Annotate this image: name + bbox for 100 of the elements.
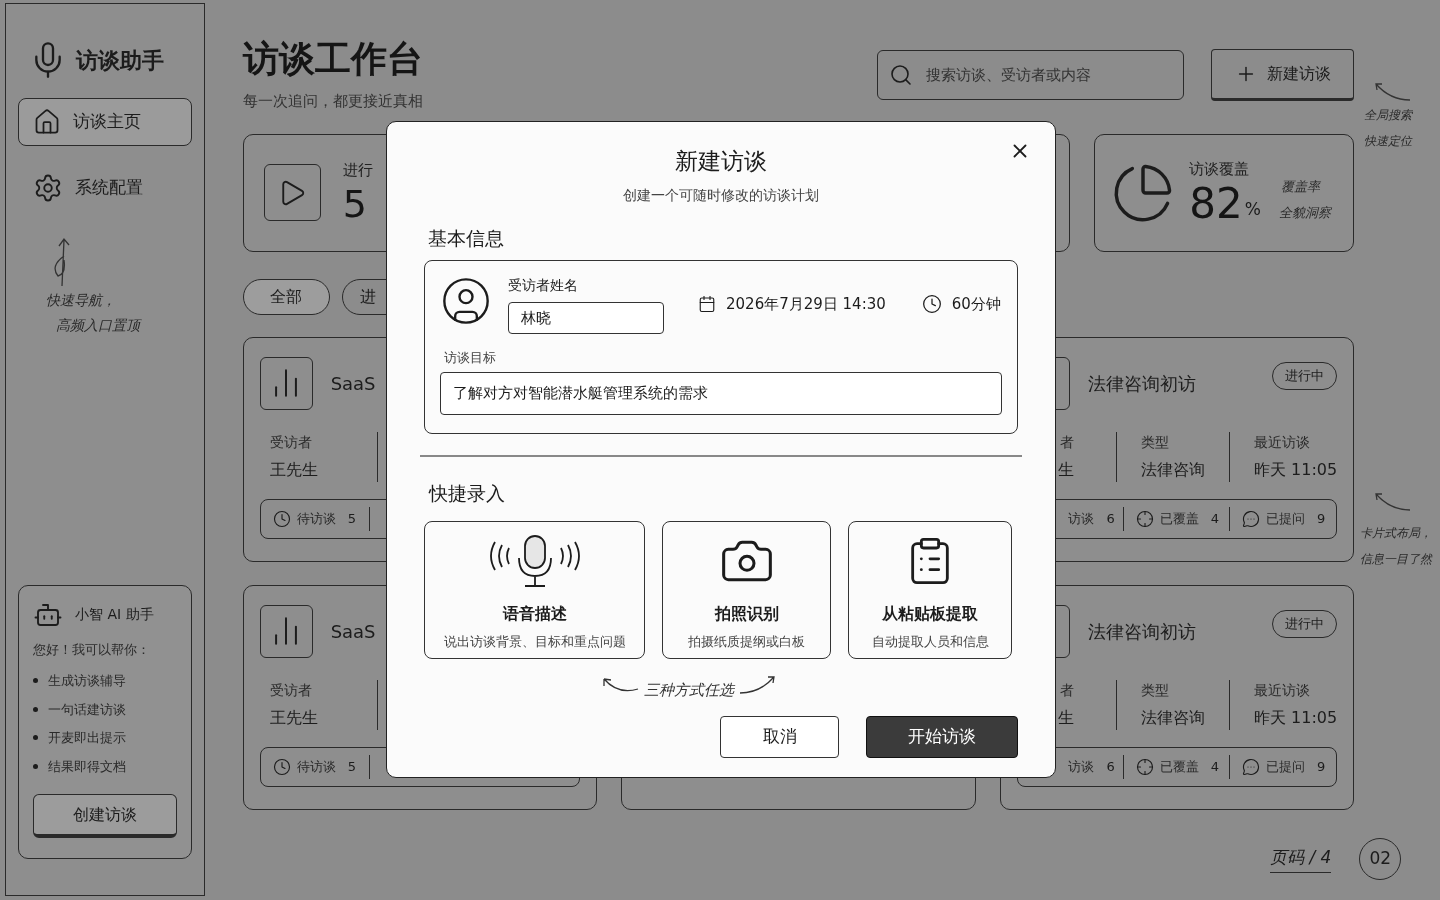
- chat-icon: [1242, 757, 1260, 776]
- target-icon: [1135, 757, 1154, 776]
- footer-stat: 访谈: [1068, 509, 1095, 528]
- field-label: 类型: [1140, 680, 1170, 700]
- option-description: 说出访谈背景、目标和重点问题: [443, 633, 626, 651]
- new-interview-button[interactable]: 新建访谈: [1211, 49, 1355, 101]
- footer-count: 6: [1106, 757, 1115, 776]
- field-label: 受访者姓名: [508, 276, 579, 295]
- field-label: 受访者: [269, 432, 313, 452]
- footer-stat: 已提问: [1266, 757, 1305, 776]
- footer-count: 9: [1317, 509, 1326, 528]
- goal-input[interactable]: 了解对方对智能潜水艇管理系统的需求: [440, 371, 1002, 415]
- footer-count: 9: [1317, 757, 1326, 776]
- target-icon: [1135, 509, 1154, 528]
- page-subtitle: 每一次追问，都更接近真相: [242, 91, 423, 112]
- curved-arrow: [738, 673, 778, 696]
- feature-item: 生成访谈辅导: [48, 672, 126, 690]
- footer-count: 5: [347, 509, 356, 528]
- calendar-icon: [698, 295, 716, 314]
- interview-title: SaaS: [330, 371, 376, 396]
- footer-count: 5: [347, 757, 356, 776]
- chat-icon: [1242, 509, 1260, 528]
- date-time: 2026年7月29日 14:30: [726, 294, 886, 315]
- footer-stat: 已提问: [1266, 509, 1305, 528]
- footer-stat: 访谈: [1068, 757, 1095, 776]
- feature-item: 开麦即出提示: [48, 729, 126, 747]
- footer-count: 4: [1210, 509, 1220, 528]
- assistant-title: 小智 AI 助手: [75, 605, 154, 624]
- field-label: 访谈目标: [444, 349, 497, 367]
- clock-icon: [272, 509, 291, 528]
- quick-entry-option[interactable]: 拍照识别 拍摄纸质提纲或白板: [662, 521, 831, 659]
- stat-label: 进行: [342, 160, 373, 182]
- handwritten-note: 卡片式布局，: [1360, 525, 1434, 542]
- quick-entry-option[interactable]: 语音描述 说出访谈背景、目标和重点问题: [424, 521, 645, 659]
- stat-value: 5: [342, 181, 368, 226]
- filter-chip[interactable]: 全部: [242, 278, 330, 315]
- clock-icon: [272, 757, 291, 776]
- dialog-title: 新建访谈: [675, 147, 767, 176]
- field-label: 受访者: [269, 680, 313, 700]
- field-label: 最近访谈: [1254, 432, 1311, 452]
- option-description: 自动提取人员和信息: [871, 633, 989, 651]
- handwritten-note: 全局搜索: [1364, 107, 1414, 124]
- quick-entry-option[interactable]: 从粘贴板提取 自动提取人员和信息: [848, 521, 1012, 659]
- search-icon: [889, 63, 914, 87]
- handwritten-note: 高频入口置顶: [56, 316, 143, 335]
- field-label: 最近访谈: [1254, 680, 1311, 700]
- nav-item[interactable]: 系统配置: [18, 164, 192, 212]
- footer-stat: 待访谈: [296, 757, 336, 776]
- field-label: 者: [1059, 432, 1074, 452]
- cancel-button[interactable]: 取消: [720, 715, 839, 758]
- curved-arrow: [1372, 80, 1413, 102]
- footer-stat: 已覆盖: [1159, 757, 1199, 776]
- name-input[interactable]: 林晓: [508, 302, 664, 334]
- field-value: 昨天 11:05: [1254, 706, 1338, 729]
- handwritten-hint: 三种方式任选: [644, 680, 734, 701]
- field-value: 法律咨询: [1140, 706, 1206, 729]
- handwritten-note: 快速定位: [1364, 133, 1414, 150]
- field-value: 生: [1057, 458, 1074, 481]
- handwritten-note: 全貌洞察: [1278, 203, 1331, 222]
- option-description: 拍摄纸质提纲或白板: [688, 633, 805, 651]
- section-heading: 基本信息: [428, 225, 505, 251]
- interview-title: 法律咨询初访: [1087, 619, 1196, 644]
- feature-item: 结果即得文档: [48, 757, 126, 776]
- footer-stat: 待访谈: [296, 509, 336, 528]
- home-icon: [33, 108, 61, 136]
- footer-count: 6: [1106, 509, 1115, 528]
- option-title: 拍照识别: [714, 603, 779, 625]
- field-value: 法律咨询: [1140, 458, 1206, 481]
- create-interview-button[interactable]: 创建访谈: [33, 794, 177, 838]
- handwritten-note: 覆盖率: [1280, 178, 1322, 196]
- bar-chart-icon: [259, 604, 313, 658]
- interview-title: SaaS: [330, 619, 376, 644]
- handwritten-note: 快速导航，: [46, 291, 117, 310]
- stat-value: 82: [1189, 180, 1243, 227]
- app-name: 访谈助手: [76, 46, 164, 75]
- bar-chart-icon: [259, 356, 313, 410]
- field-value: 生: [1057, 706, 1074, 729]
- play-icon: [263, 164, 321, 221]
- footer-count: 4: [1210, 757, 1220, 776]
- duration: 60分钟: [951, 294, 1001, 315]
- nav-item[interactable]: 访谈主页: [18, 98, 192, 146]
- field-value: 王先生: [269, 458, 319, 481]
- greeting-text: 您好！我可以帮你：: [33, 640, 151, 659]
- search-field[interactable]: 搜索访谈、受访者或内容: [877, 50, 1185, 100]
- option-title: 语音描述: [502, 603, 567, 625]
- handwritten-note: 信息一目了然: [1360, 551, 1434, 568]
- page-label: 页码 / 4: [1270, 844, 1332, 874]
- field-label: 类型: [1140, 432, 1170, 452]
- settings-icon: [33, 173, 63, 203]
- dialog-subtitle: 创建一个可随时修改的访谈计划: [623, 185, 819, 205]
- avatar-icon: [440, 275, 492, 327]
- stat-label: 访谈覆盖: [1189, 159, 1251, 181]
- page-title: 访谈工作台: [242, 37, 423, 81]
- start-interview-button[interactable]: 开始访谈: [866, 715, 1018, 758]
- curved-arrow: [1372, 490, 1413, 512]
- option-title: 从粘贴板提取: [882, 603, 978, 625]
- clock-icon: [921, 294, 942, 315]
- footer-stat: 已覆盖: [1159, 509, 1199, 528]
- field-label: 者: [1059, 680, 1074, 700]
- percent-unit: %: [1244, 198, 1261, 222]
